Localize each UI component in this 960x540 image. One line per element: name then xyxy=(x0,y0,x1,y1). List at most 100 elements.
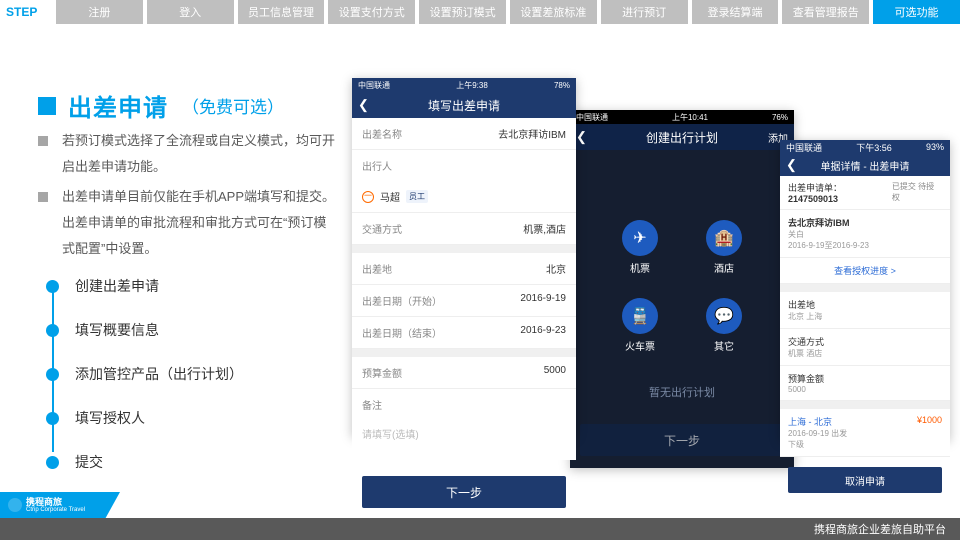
brand-badge: 携程商旅 Ctrip Corporate Travel xyxy=(0,492,120,518)
product-flight[interactable]: ✈机票 xyxy=(610,220,670,280)
field-block: 预算金额5000 xyxy=(780,366,950,401)
product-label: 其它 xyxy=(714,338,734,353)
remove-icon[interactable]: － xyxy=(362,191,374,203)
back-icon[interactable]: ❮ xyxy=(358,97,369,113)
segment-row[interactable]: 上海 - 北京¥1000 2016-09-19 出发 下级 xyxy=(780,409,950,457)
step-item[interactable]: 登入 xyxy=(147,0,234,24)
product-hotel[interactable]: 🏨酒店 xyxy=(694,220,754,280)
product-train[interactable]: 🚆火车票 xyxy=(610,298,670,358)
phone-mock-detail: 中国联通 下午3:56 93% ❮ 单据详情 - 出差申请 出差申请单：2147… xyxy=(780,140,950,440)
next-button[interactable]: 下一步 xyxy=(580,424,784,456)
traveler-row[interactable]: － 马超 员工 xyxy=(352,181,576,213)
field-value: 机票,酒店 xyxy=(523,221,566,236)
trip-sub: 关白 xyxy=(788,229,942,240)
step-item[interactable]: 设置预订模式 xyxy=(419,0,506,24)
square-bullet-icon xyxy=(38,192,48,202)
section-gap xyxy=(780,401,950,409)
flow-item: 提交 xyxy=(46,452,243,472)
auth-progress-link[interactable]: 查看授权进度 > xyxy=(780,258,950,284)
order-no: 2147509013 xyxy=(788,194,838,204)
product-label: 火车票 xyxy=(625,338,655,353)
step-item[interactable]: 设置差旅标准 xyxy=(510,0,597,24)
back-icon[interactable]: ❮ xyxy=(576,129,587,145)
battery: 78% xyxy=(554,81,570,90)
field-label: 出差日期（结束） xyxy=(362,325,442,340)
field-block: 交通方式机票 酒店 xyxy=(780,329,950,366)
field-value: 5000 xyxy=(544,365,566,380)
product-other[interactable]: 💬 其它 xyxy=(694,298,754,358)
status-bar: 中国联通 上午10:41 76% xyxy=(570,110,794,124)
next-button[interactable]: 下一步 xyxy=(362,476,566,508)
step-bar: STEP 注册 登入 员工信息管理 设置支付方式 设置预订模式 设置差旅标准 进… xyxy=(0,0,960,24)
field-value: 北京 上海 xyxy=(788,311,942,322)
product-label: 机票 xyxy=(630,260,650,275)
flow-item: 填写授权人 xyxy=(46,408,243,428)
field-value: 2016-9-19 xyxy=(520,293,566,308)
field-label: 交通方式 xyxy=(362,221,402,236)
back-icon[interactable]: ❮ xyxy=(786,157,797,173)
trip-card: 去北京拜访IBM 关白 2016-9-19至2016-9-23 xyxy=(780,210,950,258)
dot-icon xyxy=(46,456,59,469)
flow-label: 填写授权人 xyxy=(75,408,145,428)
flow-item: 填写概要信息 xyxy=(46,320,243,340)
chat-icon: 💬 xyxy=(706,298,742,334)
nav-title: 填写出差申请 xyxy=(428,97,500,114)
status-bar: 中国联通 上午9:38 78% xyxy=(352,78,576,92)
step-item[interactable]: 员工信息管理 xyxy=(238,0,325,24)
field-row[interactable]: 出差日期（开始） 2016-9-19 xyxy=(352,285,576,317)
step-item-active[interactable]: 可选功能 xyxy=(873,0,960,24)
field-row[interactable]: 出差地 北京 xyxy=(352,253,576,285)
step-item[interactable]: 登录结算端 xyxy=(692,0,779,24)
field-label: 预算金额 xyxy=(362,365,402,380)
brand-cn: 携程商旅 xyxy=(26,498,85,507)
field-label: 出差地 xyxy=(362,261,392,276)
battery: 93% xyxy=(926,142,944,152)
step-label: STEP xyxy=(6,0,52,24)
clock: 上午9:38 xyxy=(456,80,488,91)
step-item[interactable]: 设置支付方式 xyxy=(328,0,415,24)
nav-bar: ❮ 单据详情 - 出差申请 xyxy=(780,154,950,176)
footer-bar: 携程商旅企业差旅自助平台 xyxy=(0,518,960,540)
field-row[interactable]: 出差日期（结束）2016-9-23 xyxy=(352,317,576,349)
phone-mock-create-plan: 中国联通 上午10:41 76% ❮ 创建出行计划 添加 ✈机票 🏨酒店 🚆火车… xyxy=(570,110,794,468)
dot-icon xyxy=(46,368,59,381)
step-item[interactable]: 进行预订 xyxy=(601,0,688,24)
flow-label: 添加管控产品（出行计划） xyxy=(75,364,243,384)
modal-overlay: ✈机票 🏨酒店 🚆火车票 💬其它 暂无出行计划 xyxy=(570,150,794,468)
field-row[interactable]: 交通方式 机票,酒店 xyxy=(352,213,576,245)
carrier: 中国联通 xyxy=(576,112,608,123)
traveler-name: 马超 xyxy=(380,189,400,204)
field-label: 交通方式 xyxy=(788,335,942,348)
dot-icon xyxy=(46,280,59,293)
trip-dates: 2016-9-19至2016-9-23 xyxy=(788,240,942,251)
section-gap xyxy=(352,349,576,357)
title-sub: （免费可选） xyxy=(182,93,284,118)
nav-title: 创建出行计划 xyxy=(646,129,718,146)
order-no-label: 出差申请单： xyxy=(788,183,842,193)
memo-input[interactable]: 请填写(选填) xyxy=(352,420,576,460)
battery: 76% xyxy=(772,113,788,122)
field-label: 出差日期（开始） xyxy=(362,293,442,308)
dot-icon xyxy=(46,412,59,425)
traveler-role-tag: 员工 xyxy=(406,190,428,203)
step-item[interactable]: 查看管理报告 xyxy=(782,0,869,24)
order-status: 已提交 待授权 xyxy=(892,181,942,204)
field-row[interactable]: 预算金额 5000 xyxy=(352,357,576,389)
cancel-button[interactable]: 取消申请 xyxy=(788,467,942,493)
description-item: 出差申请单目前仅能在手机APP端填写和提交。出差申请单的审批流程和审批方式可在“… xyxy=(38,184,338,262)
field-value: 去北京拜访IBM xyxy=(498,126,566,141)
status-bar: 中国联通 下午3:56 93% xyxy=(780,140,950,154)
field-row: 出行人 xyxy=(352,150,576,181)
field-row[interactable]: 出差名称 去北京拜访IBM xyxy=(352,118,576,150)
flow-steps: 创建出差申请 填写概要信息 添加管控产品（出行计划） 填写授权人 提交 xyxy=(46,276,243,496)
segment-note: 下级 xyxy=(788,439,942,450)
segment-price: ¥1000 xyxy=(917,415,942,428)
field-label: 备注 xyxy=(362,397,382,412)
flow-label: 填写概要信息 xyxy=(75,320,159,340)
step-item[interactable]: 注册 xyxy=(56,0,143,24)
carrier: 中国联通 xyxy=(358,80,390,91)
description-item: 若预订模式选择了全流程或自定义模式，均可开启出差申请功能。 xyxy=(38,128,338,180)
flow-label: 提交 xyxy=(75,452,103,472)
field-value: 北京 xyxy=(546,261,566,276)
field-label: 出差名称 xyxy=(362,126,402,141)
